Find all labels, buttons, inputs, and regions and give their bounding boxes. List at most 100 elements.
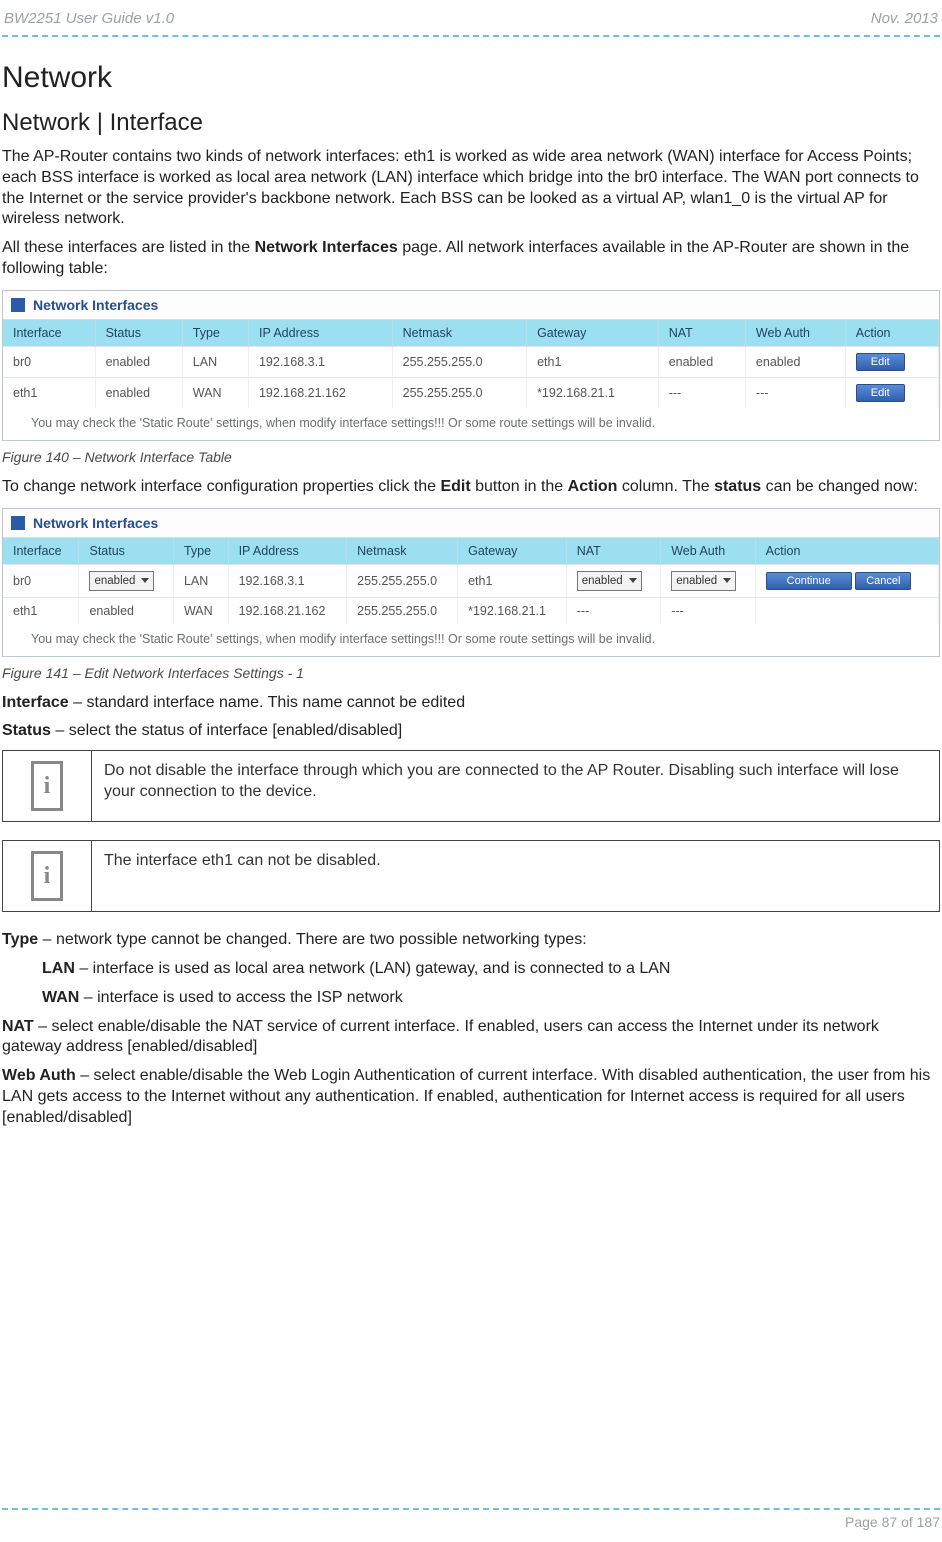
cell: 255.255.255.0 [347,597,458,624]
text-bold: Network Interfaces [255,239,398,256]
term-desc: – standard interface name. This name can… [69,694,465,711]
ni-panel-title: Network Interfaces [3,291,939,320]
note-box-2: i The interface eth1 can not be disabled… [2,840,940,912]
term-label: Status [2,722,51,739]
edit-button[interactable]: Edit [856,353,905,371]
figure-141-caption: Figure 141 – Edit Network Interfaces Set… [2,665,940,681]
select-value: enabled [676,575,717,587]
edit-button[interactable]: Edit [856,384,905,402]
term-label: WAN [42,989,79,1006]
cell: 192.168.3.1 [228,564,347,597]
header-left: BW2251 User Guide v1.0 [4,10,174,27]
ni-table-edit: Interface Status Type IP Address Netmask… [3,538,939,624]
page-number: Page 87 of 187 [2,1514,940,1530]
col-webauth: Web Auth [661,538,755,565]
cell-nat-select: enabled [566,564,660,597]
continue-button[interactable]: Continue [766,572,852,590]
col-action: Action [755,538,938,565]
cell: *192.168.21.1 [458,597,567,624]
cell: --- [661,597,755,624]
table-row: eth1 enabled WAN 192.168.21.162 255.255.… [3,597,939,624]
note-icon-cell: i [3,841,92,912]
cancel-button[interactable]: Cancel [855,572,911,590]
cell-status-select: enabled [79,564,173,597]
panel-icon [11,298,25,312]
ni-table-view: Interface Status Type IP Address Netmask… [3,320,939,408]
cell: 255.255.255.0 [392,346,526,377]
cell: 192.168.21.162 [248,377,392,408]
cell: enabled [95,377,182,408]
intro-paragraph-1: The AP-Router contains two kinds of netw… [2,147,940,230]
term-label: Web Auth [2,1067,76,1084]
status-select[interactable]: enabled [89,571,154,591]
term-desc: – interface is used to access the ISP ne… [79,989,402,1006]
def-wan: WAN – interface is used to access the IS… [42,988,940,1009]
text-fragment: To change network interface configuratio… [2,478,440,495]
select-value: enabled [582,575,623,587]
term-desc: – network type cannot be changed. There … [38,931,586,948]
text-fragment: column. The [617,478,714,495]
page-footer: Page 87 of 187 [2,1508,940,1530]
cell-action: Continue Cancel [755,564,938,597]
cell-action: Edit [845,377,938,408]
cell-webauth-select: enabled [661,564,755,597]
text-bold: Edit [440,478,470,495]
note-box-1: i Do not disable the interface through w… [2,750,940,822]
cell: enabled [745,346,845,377]
cell: WAN [173,597,228,624]
text-fragment: button in the [471,478,568,495]
panel-icon [11,516,25,530]
ni-table-note: You may check the 'Static Route' setting… [3,624,939,656]
text-fragment: All these interfaces are listed in the [2,239,255,256]
term-desc: – select the status of interface [enable… [51,722,402,739]
col-netmask: Netmask [392,320,526,347]
info-icon: i [31,761,63,811]
text-bold: status [714,478,761,495]
def-type: Type – network type cannot be changed. T… [2,930,940,951]
term-label: LAN [42,960,75,977]
cell: eth1 [527,346,659,377]
col-status: Status [95,320,182,347]
select-value: enabled [94,575,135,587]
ni-panel-title: Network Interfaces [3,509,939,538]
col-webauth: Web Auth [745,320,845,347]
info-icon: i [31,851,63,901]
def-webauth: Web Auth – select enable/disable the Web… [2,1066,940,1128]
page-header: BW2251 User Guide v1.0 Nov. 2013 [2,10,940,33]
figure-140-caption: Figure 140 – Network Interface Table [2,449,940,465]
term-desc: – select enable/disable the NAT service … [2,1018,879,1056]
cell: 192.168.21.162 [228,597,347,624]
col-status: Status [79,538,173,565]
col-type: Type [182,320,248,347]
cell: LAN [173,564,228,597]
cell: eth1 [458,564,567,597]
table-row: eth1 enabled WAN 192.168.21.162 255.255.… [3,377,939,408]
cell: --- [745,377,845,408]
def-status: Status – select the status of interface … [2,721,940,742]
col-ip: IP Address [248,320,392,347]
text-fragment: can be changed now: [761,478,918,495]
def-nat: NAT – select enable/disable the NAT serv… [2,1017,940,1059]
nat-select[interactable]: enabled [577,571,642,591]
section-heading: Network [2,61,940,95]
col-interface: Interface [3,538,79,565]
table-row-edit: br0 enabled LAN 192.168.3.1 255.255.255.… [3,564,939,597]
chevron-down-icon [629,578,637,583]
col-nat: NAT [566,538,660,565]
col-type: Type [173,538,228,565]
text-bold: Action [568,478,618,495]
panel-title-text: Network Interfaces [33,515,158,531]
col-action: Action [845,320,938,347]
note-text: The interface eth1 can not be disabled. [92,841,940,912]
col-ip: IP Address [228,538,347,565]
note-text: Do not disable the interface through whi… [92,751,940,822]
col-interface: Interface [3,320,95,347]
cell: br0 [3,564,79,597]
subsection-heading: Network | Interface [2,109,940,137]
def-interface: Interface – standard interface name. Thi… [2,693,940,714]
webauth-select[interactable]: enabled [671,571,736,591]
cell: enabled [79,597,173,624]
cell: 192.168.3.1 [248,346,392,377]
chevron-down-icon [723,578,731,583]
term-label: Type [2,931,38,948]
